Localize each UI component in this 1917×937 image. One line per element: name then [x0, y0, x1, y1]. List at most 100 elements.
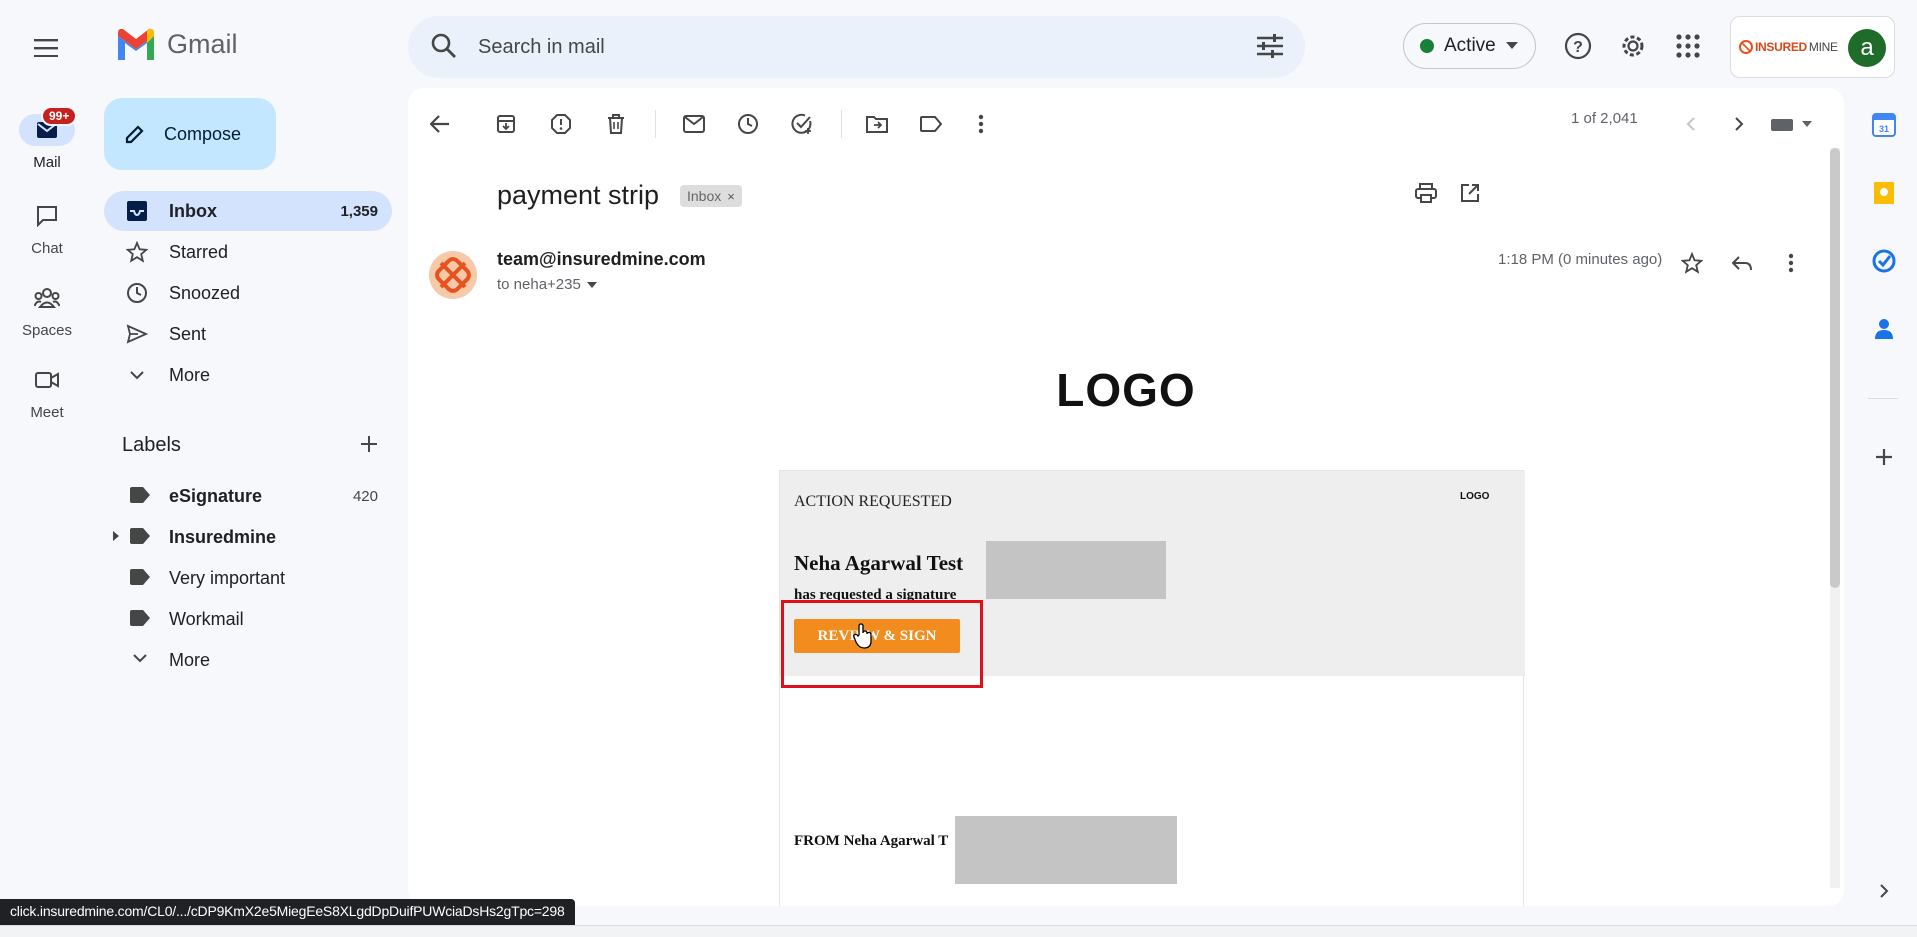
nav-item-starred[interactable]: Starred: [104, 232, 392, 272]
label-item-esignature[interactable]: eSignature 420: [104, 476, 392, 516]
svg-text:?: ?: [1573, 39, 1583, 56]
message-more-options-icon[interactable]: [1773, 245, 1809, 281]
search-icon[interactable]: [430, 32, 458, 60]
message-subject: payment strip: [497, 180, 660, 210]
send-icon: [126, 323, 148, 345]
rail-item-chat[interactable]: Chat: [0, 200, 94, 257]
action-requested-label: ACTION REQUESTED: [794, 493, 952, 510]
email-logo: LOGO: [1056, 364, 1196, 416]
more-options-vertical-icon[interactable]: [963, 106, 999, 142]
apps-grid-icon[interactable]: [1670, 28, 1706, 64]
message-panel: 1 of 2,041 payment strip Inbox × team@in…: [408, 88, 1844, 906]
calendar-icon[interactable]: 31: [1871, 112, 1897, 138]
side-panel: 31: [1850, 92, 1917, 922]
signature-request-card: ACTION REQUESTED LOGO Neha Agarwal Test …: [779, 470, 1525, 906]
mark-unread-icon[interactable]: [676, 106, 712, 142]
older-chevron-right-icon[interactable]: [1721, 106, 1757, 142]
app-rail: 99+ Mail Chat Spaces Meet: [0, 92, 90, 922]
label-icon[interactable]: [913, 106, 949, 142]
top-bar: Gmail Active ? INSUREDMINE a: [0, 0, 1917, 92]
snooze-clock-icon[interactable]: [730, 106, 766, 142]
main-menu-icon[interactable]: [28, 30, 64, 66]
highlight-box: [781, 600, 983, 688]
status-selector[interactable]: Active: [1403, 23, 1536, 69]
label-item-more[interactable]: More: [104, 640, 392, 680]
archive-icon[interactable]: [488, 106, 524, 142]
settings-gear-icon[interactable]: [1615, 28, 1651, 64]
contacts-icon[interactable]: [1871, 316, 1897, 342]
label-item-very-important[interactable]: Very important: [104, 558, 392, 598]
rail-item-mail[interactable]: 99+ Mail: [0, 106, 94, 171]
print-icon[interactable]: [1408, 175, 1444, 211]
status-dot: [1420, 39, 1434, 53]
label-tag-icon: [130, 528, 150, 544]
insuredmine-mark-icon: [1739, 40, 1753, 54]
label-item-workmail[interactable]: Workmail: [104, 599, 392, 639]
input-tools-keyboard-icon[interactable]: [1766, 106, 1818, 142]
status-label: Active: [1444, 35, 1496, 56]
compose-button[interactable]: Compose: [104, 98, 276, 170]
redacted-block: [986, 541, 1166, 599]
nav-item-sent[interactable]: Sent: [104, 314, 392, 354]
star-message-icon[interactable]: [1674, 245, 1710, 281]
chevron-down-icon: [126, 364, 148, 386]
spaces-icon: [34, 288, 60, 308]
add-to-tasks-icon[interactable]: [784, 106, 820, 142]
nav-item-more[interactable]: More: [104, 355, 392, 395]
keep-notes-icon[interactable]: [1871, 180, 1897, 206]
label-tag-icon: [130, 487, 150, 503]
inbox-icon: [126, 200, 148, 222]
report-spam-icon[interactable]: [543, 106, 579, 142]
remove-label-icon[interactable]: ×: [727, 189, 735, 204]
from-line: FROM Neha Agarwal T: [794, 833, 949, 849]
back-arrow-icon[interactable]: [422, 106, 458, 142]
help-icon[interactable]: ?: [1560, 28, 1596, 64]
open-new-window-icon[interactable]: [1452, 175, 1488, 211]
recipient-details[interactable]: to neha+235: [497, 276, 597, 293]
toolbar-divider: [841, 110, 842, 138]
pagination-label: 1 of 2,041: [1571, 110, 1638, 127]
newer-chevron-left-icon[interactable]: [1673, 106, 1709, 142]
rail-item-meet[interactable]: Meet: [0, 364, 94, 421]
hand-cursor-icon: [853, 623, 873, 649]
inbox-label-chip[interactable]: Inbox ×: [680, 185, 742, 207]
add-label-icon[interactable]: [358, 433, 380, 455]
hide-side-panel-chevron-icon[interactable]: [1871, 878, 1897, 904]
side-panel-divider: [1868, 398, 1898, 399]
gmail-logo[interactable]: Gmail: [115, 28, 238, 60]
inbox-count: 1,359: [340, 203, 378, 220]
svg-text:31: 31: [1879, 124, 1889, 134]
chat-icon: [37, 206, 57, 227]
account-switcher[interactable]: INSURED MINE a: [1730, 16, 1895, 78]
get-addons-plus-icon[interactable]: [1871, 444, 1897, 470]
labels-heading: Labels: [122, 434, 181, 456]
sender-avatar[interactable]: [428, 250, 478, 300]
label-item-insuredmine[interactable]: Insuredmine: [104, 517, 392, 557]
nav-item-inbox[interactable]: Inbox 1,359: [104, 191, 392, 231]
star-icon: [126, 241, 148, 263]
rail-item-spaces[interactable]: Spaces: [0, 282, 94, 339]
toolbar-divider: [655, 110, 656, 138]
card-mini-logo: LOGO: [1460, 491, 1490, 502]
expand-caret-icon[interactable]: [112, 531, 120, 541]
search-input[interactable]: [478, 30, 1198, 64]
label-tag-icon: [130, 610, 150, 626]
requester-name: Neha Agarwal Test: [794, 551, 964, 575]
redacted-block: [955, 816, 1177, 884]
nav-item-snoozed[interactable]: Snoozed: [104, 273, 392, 313]
clock-icon: [126, 282, 148, 304]
chevron-down-icon: [130, 651, 150, 667]
delete-trash-icon[interactable]: [598, 106, 634, 142]
tasks-icon[interactable]: [1871, 248, 1897, 274]
pencil-icon: [125, 125, 144, 144]
sender-email[interactable]: team@insuredmine.com: [497, 249, 706, 270]
gmail-m-icon: [118, 28, 154, 60]
avatar[interactable]: a: [1848, 29, 1886, 67]
search-bar: [408, 16, 1305, 78]
message-timestamp: 1:18 PM (0 minutes ago): [1498, 251, 1663, 268]
unread-badge: 99+: [41, 106, 78, 126]
search-options-icon[interactable]: [1257, 34, 1283, 58]
move-to-folder-icon[interactable]: [859, 106, 895, 142]
video-camera-icon: [35, 372, 59, 388]
reply-icon[interactable]: [1724, 245, 1760, 281]
